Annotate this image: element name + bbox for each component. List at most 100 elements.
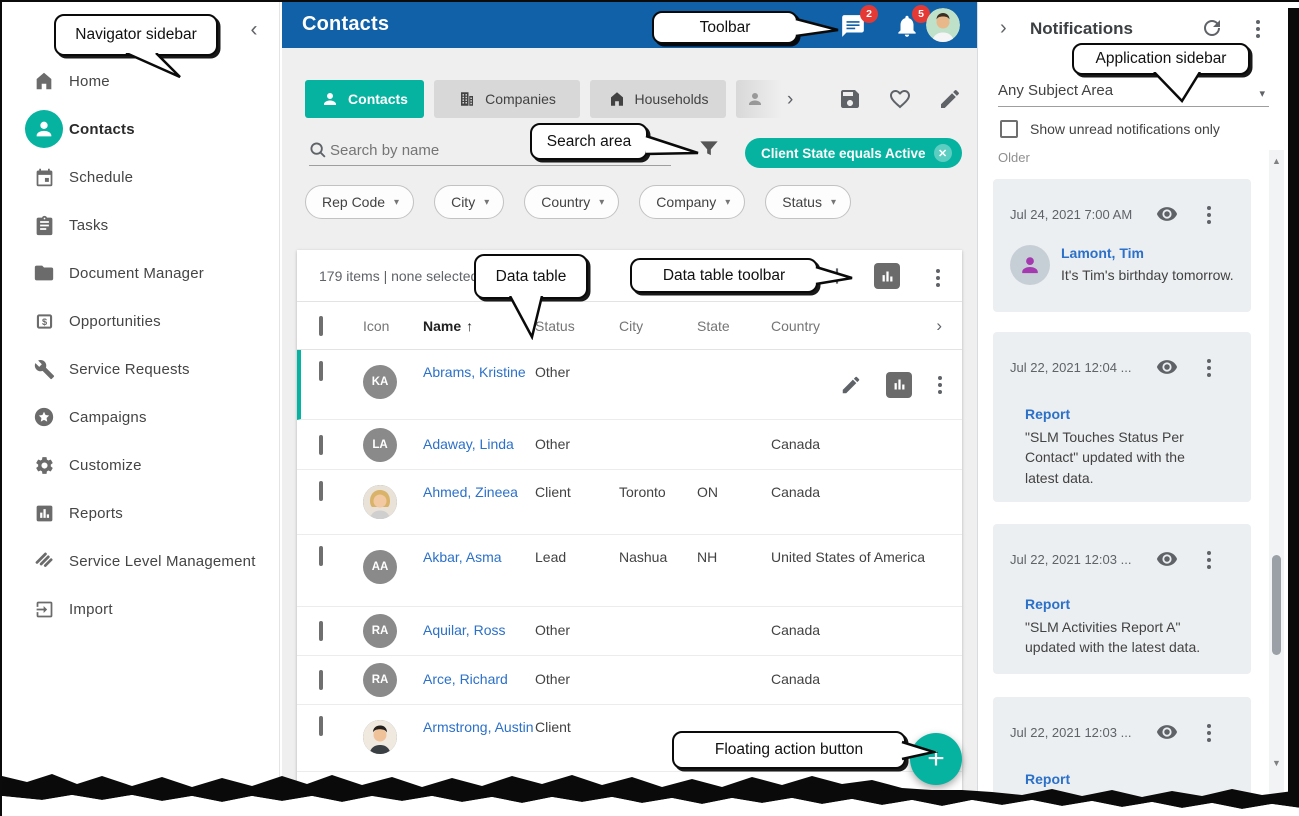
contact-name-link[interactable]: Adaway, Linda [423,436,514,452]
table-row[interactable]: RA Arce, Richard Other Canada [297,656,962,705]
contact-name-link[interactable]: Akbar, Asma [423,549,502,565]
select-all-checkbox[interactable] [319,316,323,336]
page-title: Contacts [302,13,389,36]
contact-name-link[interactable]: Abrams, Kristine [423,364,526,380]
filter-status[interactable]: Status▾ [765,185,851,219]
sidebar-item-customize[interactable]: Customize [2,441,279,489]
messages-badge: 2 [860,5,878,23]
dropdown-icon: ▾ [599,197,604,208]
sidebar-item-campaigns[interactable]: Campaigns [2,393,279,441]
row-checkbox[interactable] [319,481,323,501]
filter-country[interactable]: Country▾ [524,185,619,219]
person-avatar-icon [1010,245,1050,285]
row-checkbox[interactable] [319,621,323,641]
user-avatar[interactable] [926,8,960,42]
notification-link[interactable]: Report [1025,771,1070,787]
card-menu-kebab-icon[interactable] [1205,204,1213,226]
mark-read-eye-icon[interactable] [1156,548,1178,570]
mark-read-eye-icon[interactable] [1156,356,1178,378]
notification-link[interactable]: Report [1025,596,1070,612]
sidebar-item-service-requests[interactable]: Service Requests [2,345,279,393]
sidebar-item-opportunities[interactable]: $ Opportunities [2,297,279,345]
unread-only-checkbox[interactable]: Show unread notifications only [1000,120,1220,138]
notification-link[interactable]: Lamont, Tim [1061,245,1144,261]
contact-name-link[interactable]: Armstrong, Austin [423,719,534,735]
tab-households[interactable]: Households [590,80,726,118]
row-chart-icon[interactable] [886,372,912,398]
save-view-icon[interactable] [838,87,862,111]
filter-chip[interactable]: Client State equals Active ✕ [745,138,962,168]
table-row[interactable]: KA Abrams, Kristine Other [297,350,962,420]
panel-title: Notifications [1030,19,1133,39]
edit-pencil-icon[interactable] [938,87,962,111]
avatar: KA [363,365,397,399]
sidebar-item-tasks[interactable]: Tasks [2,201,279,249]
subject-area-select[interactable]: Any Subject Area ▾ [998,82,1269,100]
table-chart-icon[interactable] [874,263,900,289]
tab-overflow-partial[interactable] [736,80,782,118]
table-row[interactable]: AA Akbar, Asma Lead Nashua NH United Sta… [297,535,962,607]
refresh-icon[interactable] [1200,16,1224,40]
column-header-state[interactable]: State [697,318,771,334]
card-menu-kebab-icon[interactable] [1205,357,1213,379]
mark-read-eye-icon[interactable] [1156,721,1178,743]
row-checkbox[interactable] [319,361,323,381]
column-header-city[interactable]: City [619,318,697,334]
checkbox[interactable] [1000,120,1018,138]
callout-navigator-sidebar: Navigator sidebar [54,14,218,56]
filter-company[interactable]: Company▾ [639,185,745,219]
table-row[interactable] [297,772,962,816]
card-menu-kebab-icon[interactable] [1205,549,1213,571]
sidebar-item-import[interactable]: Import [2,585,279,633]
scrollbar-thumb[interactable] [1272,555,1281,655]
row-checkbox[interactable] [319,546,323,566]
remove-filter-icon[interactable]: ✕ [934,144,952,162]
row-edit-pencil-icon[interactable] [840,374,862,396]
row-checkbox[interactable] [319,670,323,690]
table-row[interactable]: LA Adaway, Linda Other Canada [297,420,962,470]
sidebar-item-service-level-management[interactable]: Service Level Management [2,537,279,585]
contact-name-link[interactable]: Ahmed, Zineea [423,484,518,500]
notification-card[interactable]: Jul 22, 2021 12:04 ... Report "SLM Touch… [993,332,1251,502]
svg-text:$: $ [41,317,46,327]
notification-card[interactable]: Jul 22, 2021 12:03 ... Report [993,697,1251,816]
mark-read-eye-icon[interactable] [1156,203,1178,225]
tab-contacts[interactable]: Contacts [305,80,424,118]
contact-name-link[interactable]: Aquilar, Ross [423,622,505,638]
table-row[interactable]: Ahmed, Zineea Client Toronto ON Canada [297,470,962,535]
notification-link[interactable]: Report [1025,406,1070,422]
sidebar-item-schedule[interactable]: Schedule [2,153,279,201]
filter-city[interactable]: City▾ [434,185,504,219]
import-icon [32,597,56,621]
table-row[interactable]: RA Aquilar, Ross Other Canada [297,607,962,656]
row-menu-kebab-icon[interactable] [936,374,944,396]
scroll-up-icon[interactable]: ▲ [1269,156,1284,166]
notification-card[interactable]: Jul 22, 2021 12:03 ... Report "SLM Activ… [993,524,1251,674]
row-checkbox[interactable] [319,716,323,736]
row-checkbox[interactable] [319,792,323,812]
avatar [363,785,397,816]
sidebar-item-document-manager[interactable]: Document Manager [2,249,279,297]
notification-card[interactable]: Jul 24, 2021 7:00 AM Lamont, Tim It's Ti… [993,179,1251,312]
sidebar-item-contacts[interactable]: Contacts [2,105,279,153]
sidebar-item-reports[interactable]: Reports [2,489,279,537]
dropdown-icon: ▾ [484,197,489,208]
panel-menu-kebab-icon[interactable] [1254,18,1262,40]
column-header-country[interactable]: Country [771,318,943,334]
collapse-panel-chevron-icon[interactable]: › [1000,17,1007,40]
contact-name-link[interactable]: Arce, Richard [423,671,508,687]
scroll-down-icon[interactable]: ▼ [1269,758,1284,768]
contacts-icon [25,110,63,148]
row-checkbox[interactable] [319,435,323,455]
column-header-icon[interactable]: Icon [363,318,423,334]
columns-scroll-chevron-icon[interactable]: › [936,316,942,336]
favorite-heart-icon[interactable] [888,87,912,111]
tab-companies[interactable]: Companies [434,80,580,118]
panel-scrollbar[interactable]: ▲ ▼ [1269,150,1284,816]
table-menu-kebab-icon[interactable] [934,267,942,289]
collapse-sidebar-icon[interactable]: ‹ [240,16,268,44]
handshake-icon [32,549,56,573]
tabs-overflow-chevron-icon[interactable]: › [787,89,793,111]
filter-rep-code[interactable]: Rep Code▾ [305,185,414,219]
card-menu-kebab-icon[interactable] [1205,722,1213,744]
